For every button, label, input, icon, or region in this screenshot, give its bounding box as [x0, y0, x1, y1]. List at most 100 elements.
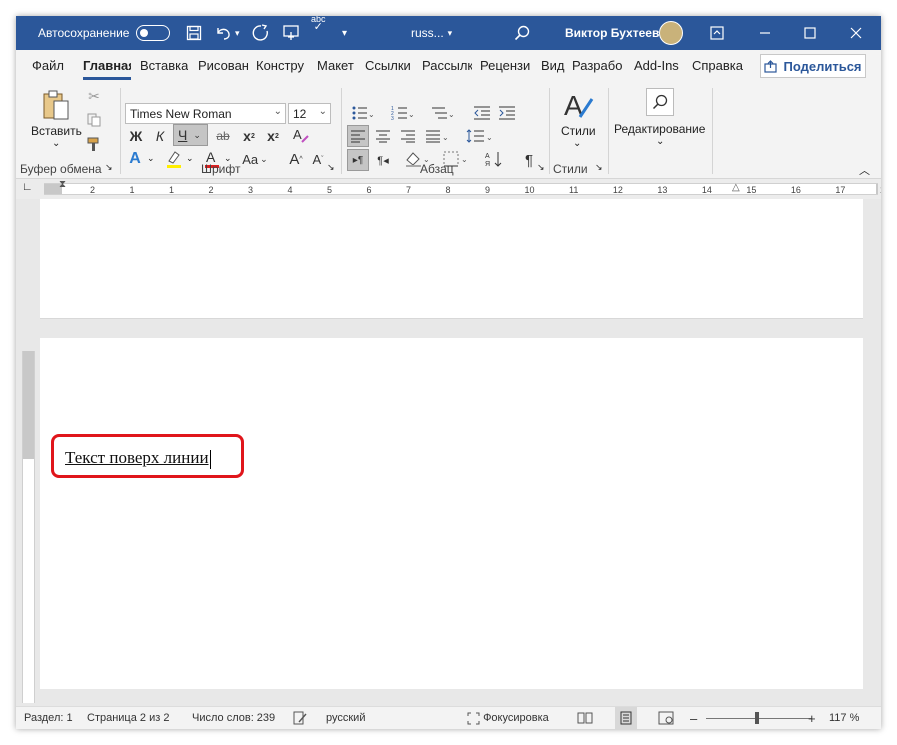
font-size-combo[interactable]: 12 ⌄	[288, 103, 331, 124]
multilevel-list-icon[interactable]: ⌄	[427, 103, 457, 123]
paragraph-launcher-icon[interactable]: ↘	[537, 162, 545, 173]
justify-icon[interactable]: ⌄	[422, 125, 452, 147]
save-icon[interactable]	[186, 16, 202, 50]
proofing-icon[interactable]	[293, 707, 307, 729]
user-name[interactable]: Виктор Бухтеев	[565, 16, 659, 50]
sort-icon[interactable]: АЯ	[483, 148, 505, 170]
align-right-icon[interactable]	[397, 125, 419, 147]
undo-icon[interactable]	[214, 16, 232, 50]
highlighter-icon[interactable]	[164, 148, 184, 170]
clear-formatting-icon[interactable]: A	[290, 124, 312, 146]
web-layout-icon[interactable]	[658, 707, 674, 729]
tab-review[interactable]: Рецензи	[480, 50, 532, 82]
focus-button[interactable]: Фокусировка	[467, 707, 549, 729]
tab-help[interactable]: Справка	[692, 50, 743, 82]
tab-view[interactable]: Вид	[541, 50, 565, 82]
change-case-button[interactable]: Aa ⌄	[240, 149, 270, 169]
customize-qat-icon[interactable]: ▾	[342, 16, 347, 50]
tab-references[interactable]: Ссылки	[365, 50, 411, 82]
styles-launcher-icon[interactable]: ↘	[595, 162, 603, 173]
highlighter-dropdown-icon[interactable]: ⌄	[186, 153, 194, 164]
tab-addins[interactable]: Add-Ins	[634, 50, 679, 82]
font-name-combo[interactable]: Times New Roman ⌄	[125, 103, 286, 124]
tab-draw[interactable]: Рисован	[198, 50, 248, 82]
find-icon[interactable]	[646, 88, 674, 116]
clipboard-launcher-icon[interactable]: ↘	[105, 162, 113, 173]
status-page[interactable]: Страница 2 из 2	[87, 707, 169, 729]
cut-icon[interactable]: ✂	[84, 86, 104, 106]
zoom-out-button[interactable]: –	[690, 707, 697, 729]
read-mode-icon[interactable]	[577, 707, 593, 729]
page-1[interactable]	[40, 199, 863, 319]
print-layout-icon[interactable]	[615, 707, 637, 729]
document-area[interactable]: Текст поверх линии	[16, 199, 881, 706]
line-spacing-icon[interactable]: ⌄	[464, 125, 496, 147]
italic-button[interactable]: К	[150, 126, 170, 146]
editing-dropdown-icon[interactable]: ⌄	[656, 136, 664, 147]
tab-layout[interactable]: Макет	[317, 50, 354, 82]
strikethrough-button[interactable]: ab	[212, 126, 234, 146]
touch-mode-icon[interactable]	[282, 16, 300, 50]
document-text[interactable]: Текст поверх линии	[65, 448, 211, 469]
bold-button[interactable]: Ж	[126, 126, 146, 146]
document-name[interactable]: russ... ▾	[411, 16, 452, 50]
paste-icon[interactable]	[40, 88, 72, 122]
grow-font-button[interactable]: A ^	[286, 149, 306, 169]
redo-icon[interactable]	[252, 16, 270, 50]
underline-button[interactable]: Ч ⌄	[173, 124, 208, 146]
subscript-button[interactable]: x2	[240, 126, 258, 146]
collapse-ribbon-icon[interactable]: ︿	[859, 162, 870, 178]
ruler-number: 2	[208, 185, 214, 195]
styles-icon[interactable]: A	[561, 88, 595, 122]
increase-indent-icon[interactable]	[496, 103, 518, 123]
copy-icon[interactable]	[84, 110, 104, 130]
status-words[interactable]: Число слов: 239	[192, 707, 275, 729]
font-launcher-icon[interactable]: ↘	[327, 162, 335, 173]
status-section[interactable]: Раздел: 1	[24, 707, 73, 729]
maximize-icon[interactable]	[804, 16, 816, 50]
autosave-toggle[interactable]	[136, 16, 170, 50]
minimize-icon[interactable]	[759, 16, 771, 50]
bullets-icon[interactable]: ⌄	[347, 103, 377, 123]
horizontal-ruler[interactable]: ∟ 21123456789101112131415161718 ⧗ △	[16, 179, 881, 199]
text-effects-icon[interactable]: A	[126, 149, 144, 169]
numbering-icon[interactable]: 1 2 3 ⌄	[387, 103, 417, 123]
paste-dropdown-icon[interactable]: ⌄	[52, 138, 60, 149]
page-2[interactable]: Текст поверх линии	[40, 338, 863, 689]
styles-dropdown-icon[interactable]: ⌄	[573, 138, 581, 149]
zoom-slider[interactable]	[706, 718, 812, 719]
status-language[interactable]: русский	[326, 707, 365, 729]
styles-label[interactable]: Стили	[561, 124, 596, 138]
close-icon[interactable]	[850, 16, 862, 50]
avatar[interactable]	[659, 16, 683, 50]
rtl-icon[interactable]: ¶◂	[372, 149, 394, 171]
zoom-level[interactable]: 117 %	[829, 707, 859, 729]
search-icon[interactable]	[514, 16, 530, 50]
editing-label[interactable]: Редактирование	[614, 122, 705, 136]
tab-insert[interactable]: Вставка	[140, 50, 188, 82]
tab-selector-icon[interactable]: ∟	[22, 181, 33, 193]
zoom-slider-thumb[interactable]	[755, 712, 759, 724]
tab-developer[interactable]: Разрабо	[572, 50, 626, 82]
paste-label[interactable]: Вставить	[31, 124, 82, 138]
superscript-button[interactable]: x2	[264, 126, 282, 146]
zoom-in-button[interactable]: +	[808, 707, 816, 729]
tab-file[interactable]: Файл	[32, 50, 64, 82]
ribbon-display-icon[interactable]	[710, 16, 724, 50]
left-indent-marker[interactable]: ⧗	[59, 179, 66, 190]
ltr-icon[interactable]: ▸¶	[347, 149, 369, 171]
decrease-indent-icon[interactable]	[471, 103, 493, 123]
vertical-ruler[interactable]	[22, 351, 35, 703]
undo-dropdown-icon[interactable]: ▾	[235, 16, 240, 50]
text-effects-dropdown-icon[interactable]: ⌄	[147, 153, 155, 164]
align-left-icon[interactable]	[347, 125, 369, 147]
tab-home[interactable]: Главная	[83, 50, 131, 82]
spelling-icon[interactable]: abc ✓	[311, 16, 326, 48]
share-button[interactable]: Поделиться	[760, 54, 866, 78]
tab-mailings[interactable]: Рассылк	[422, 50, 472, 82]
right-indent-marker[interactable]: △	[732, 182, 740, 193]
tab-design[interactable]: Констру	[256, 50, 307, 82]
shrink-font-button[interactable]: Aˇ	[308, 149, 328, 169]
format-painter-icon[interactable]	[84, 134, 104, 154]
align-center-icon[interactable]	[372, 125, 394, 147]
